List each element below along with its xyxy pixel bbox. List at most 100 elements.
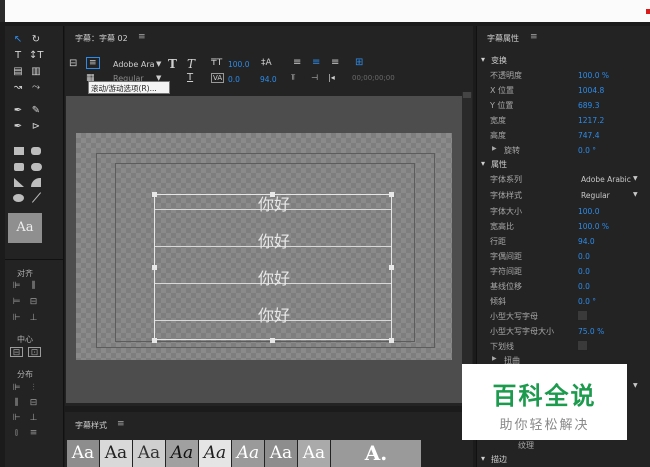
small-caps-size-value[interactable]: 75.0 % <box>578 327 604 336</box>
resize-handle[interactable] <box>389 265 394 270</box>
jog-forward-icon[interactable]: |◂ <box>328 73 335 82</box>
distribute-vcenter-icon[interactable]: ⊟ <box>27 398 40 408</box>
delete-anchor-tool-icon[interactable]: ✎ <box>29 106 43 116</box>
style-tile[interactable]: Aa <box>199 440 231 467</box>
font-family-dropdown[interactable]: Adobe Arabic <box>581 175 631 184</box>
distribute-v-space-icon[interactable]: ≡ <box>27 428 40 438</box>
canvas-scrollbar-thumb[interactable] <box>463 92 471 98</box>
width-value[interactable]: 1217.2 <box>578 116 604 125</box>
distort-toggle-icon[interactable]: ▶ <box>492 355 497 362</box>
resize-handle[interactable] <box>270 192 275 197</box>
convert-anchor-tool-icon[interactable]: ⊳ <box>29 122 43 132</box>
x-position-value[interactable]: 1004.8 <box>578 86 604 95</box>
arc-tool-icon[interactable] <box>31 178 41 187</box>
add-anchor-tool-icon[interactable]: ✒ <box>11 122 25 132</box>
rotation-value[interactable]: 0.0 ° <box>578 146 596 155</box>
title-properties-tab[interactable]: 字幕属性 <box>487 33 519 44</box>
style-tile[interactable]: Aa <box>166 440 198 467</box>
small-caps-checkbox[interactable] <box>577 310 588 321</box>
stroke-section-toggle[interactable]: ▾ <box>481 454 485 463</box>
font-style-dropdown[interactable]: Regular <box>581 191 610 200</box>
align-left-icon[interactable]: ⊫ <box>10 281 23 291</box>
background-video-icon[interactable]: ⫪ <box>291 73 296 83</box>
rotate-tool-icon[interactable]: ↻ <box>29 35 43 45</box>
align-vcenter-icon[interactable]: ⫼ <box>27 281 40 291</box>
rotation-toggle-icon[interactable]: ▶ <box>492 145 497 152</box>
hamburger-icon[interactable]: ≡ <box>530 32 538 42</box>
font-family-dropdown[interactable]: Adobe Ara <box>113 60 155 69</box>
kerning-value[interactable]: 0.0 <box>578 252 590 261</box>
style-tile[interactable]: Aa <box>100 440 132 467</box>
title-styles-tab[interactable]: 字幕样式 <box>75 420 107 431</box>
style-tile[interactable]: Aa <box>298 440 330 467</box>
vertical-path-type-tool-icon[interactable]: ⤳ <box>29 83 43 93</box>
italic-icon[interactable]: T <box>187 57 195 71</box>
path-type-tool-icon[interactable]: ↝ <box>11 83 25 93</box>
aspect-value[interactable]: 100.0 % <box>578 222 609 231</box>
leading-value[interactable]: 100.0 <box>228 60 249 69</box>
properties-section-toggle[interactable]: ▾ <box>481 159 485 168</box>
bold-icon[interactable]: T <box>168 57 177 71</box>
leading-value[interactable]: 94.0 <box>578 237 595 246</box>
baseline-shift-value[interactable]: 0.0 <box>578 282 590 291</box>
text-bounding-box[interactable]: 你好 你好 你好 你好 <box>154 194 392 340</box>
ellipse-tool-icon[interactable] <box>13 194 24 202</box>
vertical-type-tool-icon[interactable]: ↕T <box>29 51 44 61</box>
resize-handle[interactable] <box>152 338 157 343</box>
chevron-down-icon[interactable]: ▼ <box>633 191 638 198</box>
underline-checkbox[interactable] <box>577 340 588 351</box>
new-title-icon[interactable]: ⊟ <box>69 58 77 69</box>
chevron-down-icon[interactable]: ▼ <box>633 382 638 389</box>
jog-back-icon[interactable]: ⊣ <box>311 73 318 82</box>
style-tile[interactable]: Aa <box>232 440 264 467</box>
font-size-value[interactable]: 100.0 <box>578 207 599 216</box>
resize-handle[interactable] <box>270 338 275 343</box>
tab-stops-icon[interactable]: ⊞ <box>355 57 363 68</box>
style-tile-bold[interactable]: A. <box>331 440 421 467</box>
underline-icon[interactable]: T <box>187 72 193 83</box>
style-tile[interactable]: Aa <box>133 440 165 467</box>
title-editor-tab[interactable]: 字幕：字幕 02 <box>75 33 128 44</box>
center-horizontal-icon[interactable]: ⊟ <box>10 347 23 358</box>
rectangle-tool-icon[interactable] <box>14 147 24 155</box>
rounded-rectangle-tool-icon[interactable] <box>31 147 41 155</box>
timecode-display[interactable]: 00;00;00;00 <box>352 74 395 82</box>
distribute-hcenter-icon[interactable]: ⫼ <box>10 398 23 408</box>
wedge-tool-icon[interactable] <box>14 178 24 187</box>
hamburger-icon[interactable]: ≡ <box>117 419 125 429</box>
area-type-tool-icon[interactable]: ▤ <box>11 67 25 77</box>
y-position-value[interactable]: 689.3 <box>578 101 599 110</box>
align-middle-icon[interactable]: ⊟ <box>27 297 40 307</box>
resize-handle[interactable] <box>389 338 394 343</box>
align-right-icon[interactable]: ⊩ <box>10 313 23 323</box>
kerning-value[interactable]: 0.0 <box>228 75 240 84</box>
rounded-corner-rectangle-tool-icon[interactable] <box>31 163 42 171</box>
align-right-text-icon[interactable]: ≡ <box>331 57 339 68</box>
style-tile[interactable]: Aa <box>265 440 297 467</box>
align-hcenter-icon[interactable]: ⊨ <box>10 297 23 307</box>
close-accent-icon[interactable] <box>646 9 650 14</box>
resize-handle[interactable] <box>152 265 157 270</box>
resize-handle[interactable] <box>389 192 394 197</box>
chevron-down-icon[interactable]: ▼ <box>156 60 161 68</box>
distribute-left-icon[interactable]: ⊫ <box>10 383 23 393</box>
canvas-scrollbar[interactable] <box>462 92 472 403</box>
distribute-h-space-icon[interactable]: ⫾ <box>10 428 23 438</box>
roll-crawl-options-icon[interactable]: ≡ <box>86 57 100 69</box>
distribute-top-icon[interactable]: ⫶ <box>27 383 40 393</box>
resize-handle[interactable] <box>152 192 157 197</box>
distribute-right-icon[interactable]: ⊩ <box>10 413 23 423</box>
clipped-rectangle-tool-icon[interactable] <box>14 163 24 171</box>
style-tile[interactable]: Aa <box>67 440 99 467</box>
tracking-value[interactable]: 0.0 <box>578 267 590 276</box>
chevron-down-icon[interactable]: ▼ <box>633 175 638 182</box>
transform-section-toggle[interactable]: ▾ <box>481 55 485 64</box>
selection-tool-icon[interactable]: ↖ <box>11 35 25 45</box>
type-tool-icon[interactable]: T <box>11 51 25 61</box>
distribute-bottom-icon[interactable]: ⊥ <box>27 413 40 423</box>
align-left-text-icon[interactable]: ≡ <box>293 57 301 68</box>
hamburger-icon[interactable]: ≡ <box>138 32 146 42</box>
line-tool-icon[interactable] <box>31 192 42 203</box>
height-value[interactable]: 747.4 <box>578 131 599 140</box>
opacity-value[interactable]: 100.0 % <box>578 71 609 80</box>
